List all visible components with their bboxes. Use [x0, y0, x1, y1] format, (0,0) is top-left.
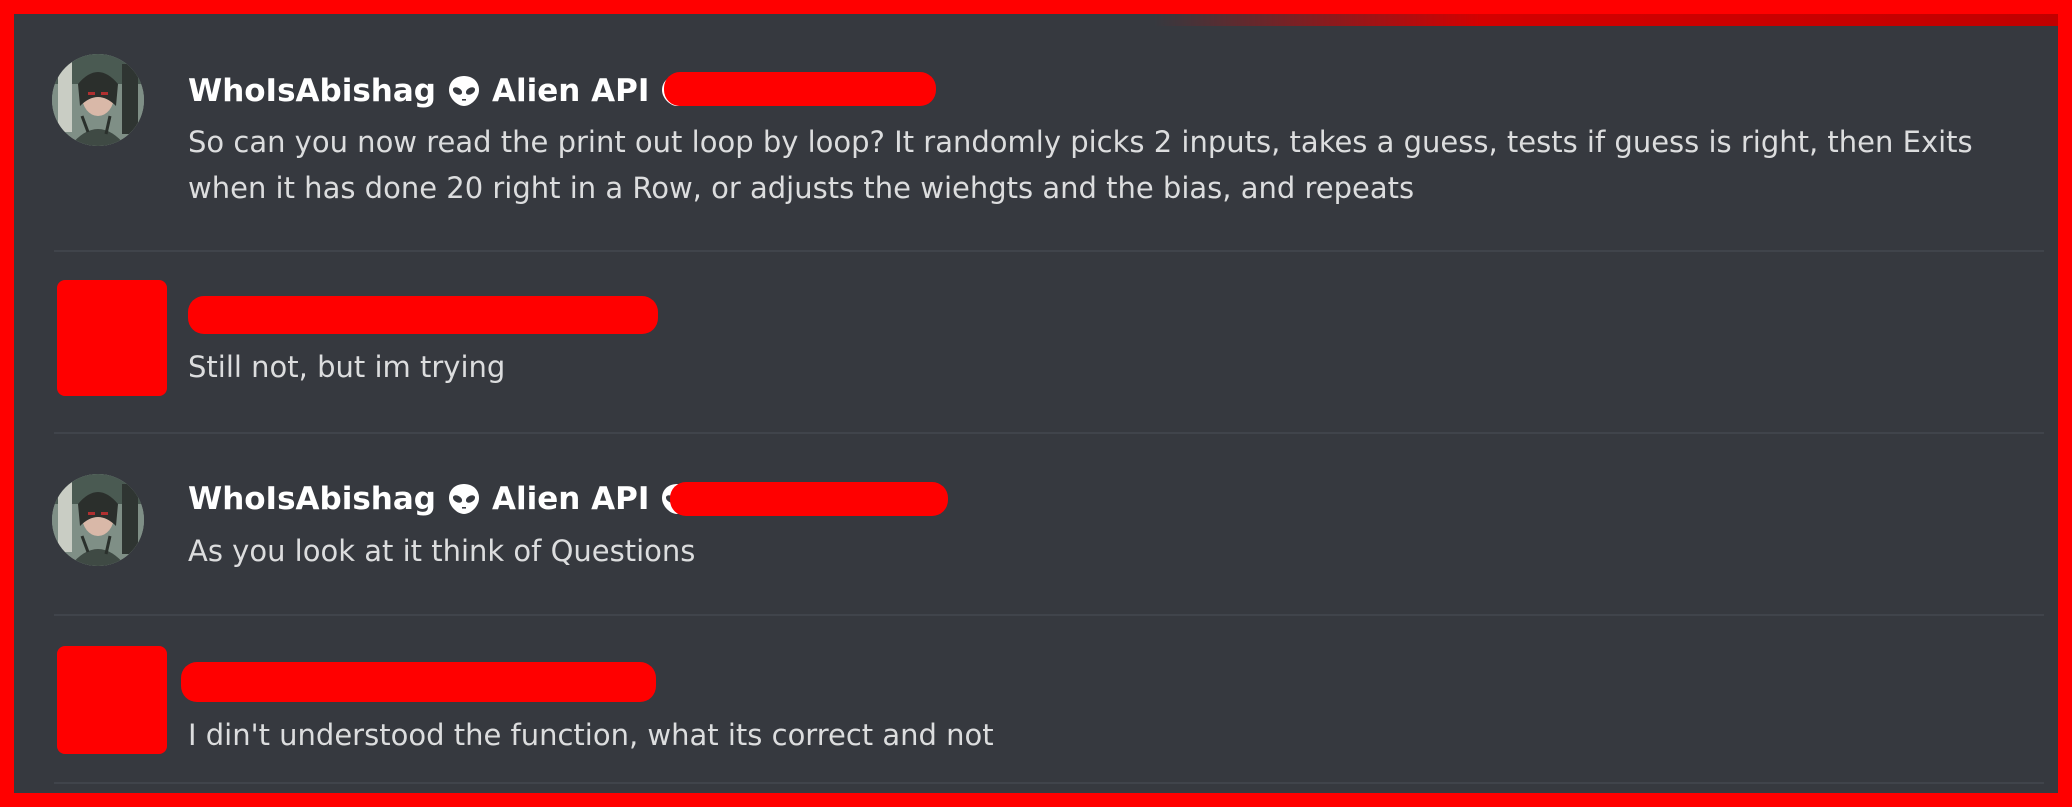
- message-content: As you look at it think of Questions: [188, 534, 696, 568]
- avatar[interactable]: [52, 54, 144, 146]
- redacted-timestamp: [664, 72, 936, 106]
- message-content: Still not, but im trying: [188, 350, 506, 384]
- message-content: I din't understood the function, what it…: [188, 718, 994, 752]
- role-tag[interactable]: Alien API: [492, 73, 649, 109]
- chat-frame: WhoIsAbishag Alien API So can you now re…: [0, 0, 2072, 807]
- avatar-image: [52, 54, 144, 146]
- avatar-image: [52, 474, 144, 566]
- message-header: WhoIsAbishag Alien API: [188, 66, 695, 116]
- author-name[interactable]: WhoIsAbishag: [188, 481, 436, 517]
- message-3: WhoIsAbishag Alien API As you look at it…: [14, 434, 2058, 614]
- message-divider: [54, 782, 2044, 784]
- message-1: WhoIsAbishag Alien API So can you now re…: [14, 14, 2058, 250]
- redacted-author[interactable]: [188, 296, 658, 334]
- author-name[interactable]: WhoIsAbishag: [188, 73, 436, 109]
- role-tag[interactable]: Alien API: [492, 481, 649, 517]
- message-content: So can you now read the print out loop b…: [188, 125, 1973, 205]
- redacted-author[interactable]: [181, 662, 656, 702]
- avatar-redacted[interactable]: [57, 280, 167, 396]
- avatar[interactable]: [52, 474, 144, 566]
- avatar-redacted[interactable]: [57, 646, 167, 754]
- message-4: I din't understood the function, what it…: [14, 616, 2058, 781]
- redacted-timestamp: [670, 482, 948, 516]
- alien-icon: [446, 481, 482, 517]
- alien-icon: [446, 73, 482, 109]
- message-header: WhoIsAbishag Alien API: [188, 474, 695, 524]
- message-2: Still not, but im trying: [14, 252, 2058, 432]
